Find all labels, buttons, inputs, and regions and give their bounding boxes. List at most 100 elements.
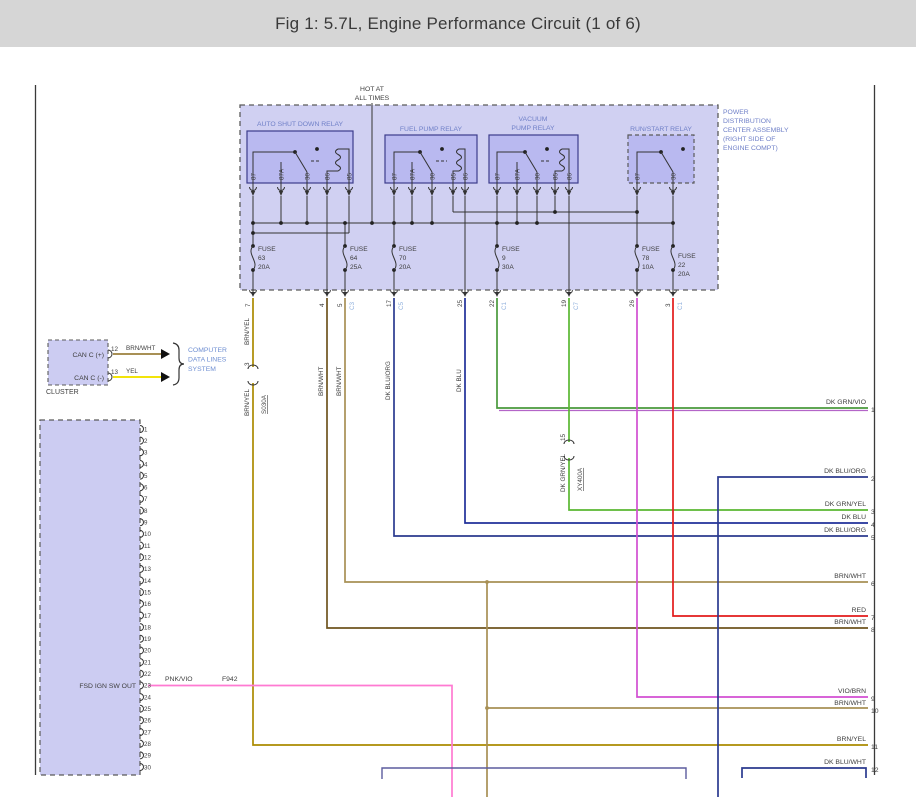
pdc-connector-label: C1	[677, 301, 684, 310]
destination-system-label: COMPUTER	[188, 347, 227, 354]
right-wire-number: 5	[871, 535, 875, 542]
relay-pin-number: 86	[325, 172, 332, 180]
cluster-wire-label: YEL	[126, 368, 138, 375]
wire-red-7	[673, 298, 868, 616]
cluster-pin-label: CAN C (-)	[74, 375, 104, 382]
relay-pin-number: 87	[495, 172, 502, 180]
fuse-label: FUSE	[350, 246, 368, 253]
fuse-number: 9	[502, 255, 506, 262]
wire-color-label: DK BLU	[456, 369, 463, 392]
wire-brn-wht-10	[487, 582, 868, 797]
relay-pin-number: 87	[635, 172, 642, 180]
wire-brn-wht-8	[327, 298, 868, 628]
fuse-number: 63	[258, 255, 266, 262]
pdc-pin-arrow-icon	[392, 292, 397, 297]
relay-contact-dot	[315, 147, 319, 151]
pdc-pin-arrow-icon	[251, 292, 256, 297]
relay-pin-number: 87A	[410, 168, 417, 180]
pcm-pin-number: 5	[144, 473, 148, 480]
pcm-box	[40, 420, 140, 775]
pcm-pin-number: 18	[144, 624, 151, 631]
pcm-pin-number: 7	[144, 496, 148, 503]
relay-pin-number: 86	[567, 172, 574, 180]
right-wire-label: BRN/WHT	[834, 619, 866, 626]
relay-title: VACUUM	[519, 116, 548, 123]
pcm-pin-number: 26	[144, 718, 151, 725]
pdc-pin-arrow-icon	[567, 292, 572, 297]
pdc-label-line: ENGINE COMPT)	[723, 145, 778, 152]
bottom-component-box	[382, 768, 686, 779]
pcm-pin-number: 21	[144, 659, 151, 666]
wire-vio-brn-9	[637, 298, 868, 697]
bus-junction-dot	[343, 221, 347, 225]
relay-pin-number: 85	[451, 172, 458, 180]
fuse-amps: 20A	[678, 271, 690, 278]
wire-dk-blu-org-2	[718, 477, 868, 797]
cluster-pin-number: 12	[111, 346, 119, 353]
fuse-label: FUSE	[399, 246, 417, 253]
pdc-label-line: CENTER ASSEMBLY	[723, 127, 789, 134]
pdc-label-line: (RIGHT SIDE OF	[723, 136, 775, 143]
right-wire-label: DK GRN/VIO	[826, 399, 866, 406]
pcm-pin-number: 19	[144, 636, 151, 643]
wire-dk-grn-vio-1	[497, 298, 868, 408]
relay-pin-number: 30	[430, 172, 437, 180]
offpage-arrow-icon	[161, 372, 170, 382]
pdc-pin-arrow-icon	[463, 292, 468, 297]
right-wire-label: VIO/BRN	[838, 688, 866, 695]
pdc-pin-number: 5	[337, 303, 344, 307]
pdc-pin-number: 17	[386, 299, 393, 307]
relay-pin-number: 30	[305, 172, 312, 180]
inline-connector-link-s030a[interactable]: S030A	[261, 394, 268, 414]
cluster-pin-label: CAN C (+)	[72, 352, 104, 359]
fuse-amps: 20A	[399, 264, 411, 271]
pcm-pin-number: 14	[144, 578, 151, 585]
pdc-pin-number: 3	[665, 303, 672, 307]
title-bar: Fig 1: 5.7L, Engine Performance Circuit …	[0, 0, 916, 47]
bus-junction-dot	[305, 221, 309, 225]
relay-pin-number: 87	[392, 172, 399, 180]
pcm-pin-number: 20	[144, 648, 151, 655]
relay-title: PUMP RELAY	[511, 125, 555, 132]
bus-junction-dot	[370, 221, 374, 225]
pcm-pin-number: 25	[144, 706, 151, 713]
relay-contact-dot	[545, 147, 549, 151]
fuse-number: 64	[350, 255, 358, 262]
fuse-amps: 10A	[642, 264, 654, 271]
destination-system-label: SYSTEM	[188, 366, 216, 373]
fuse-label: FUSE	[642, 246, 660, 253]
bus-junction-dot	[251, 231, 255, 235]
pdc-pin-number: 4	[319, 303, 326, 307]
pcm-pin-number: 17	[144, 613, 151, 620]
right-wire-number: 12	[871, 767, 879, 774]
right-wire-label: BRN/WHT	[834, 700, 866, 707]
pcm-pin-number: 24	[144, 694, 151, 701]
relay-pin-number: 87	[251, 172, 258, 180]
wire-dk-blu-wht-12	[742, 768, 866, 778]
pdc-pin-number: 7	[245, 303, 252, 307]
pcm-pin-number: 30	[144, 764, 151, 771]
pdc-label-line: DISTRIBUTION	[723, 118, 771, 125]
relay-title: FUEL PUMP RELAY	[400, 126, 463, 133]
inline-connector-pin: 15	[560, 433, 567, 441]
offpage-arrow-icon	[161, 349, 170, 359]
right-wire-number: 9	[871, 696, 875, 703]
right-wire-number: 1	[871, 407, 875, 414]
right-wire-label: DK GRN/YEL	[825, 501, 866, 508]
relay-pin-number: 87A	[515, 168, 522, 180]
right-wire-number: 10	[871, 708, 879, 715]
bus-junction-dot	[553, 210, 557, 214]
right-wire-label: DK BLU/ORG	[824, 527, 866, 534]
pdc-pin-number: 19	[561, 299, 568, 307]
bus-junction-dot	[430, 221, 434, 225]
wire-junction-dot	[485, 580, 489, 584]
fuse-amps: 25A	[350, 264, 362, 271]
relay-pin-number: 30	[535, 172, 542, 180]
bus-junction-dot	[671, 221, 675, 225]
inline-connector-link-xy400a[interactable]: XY400A	[577, 467, 584, 491]
fuse-amps: 30A	[502, 264, 514, 271]
bus-junction-dot	[410, 221, 414, 225]
pcm-pin23-label: FSD IGN SW OUT	[79, 683, 136, 690]
pcm-pin-number: 28	[144, 741, 151, 748]
pdc-pin-number: 22	[489, 299, 496, 307]
